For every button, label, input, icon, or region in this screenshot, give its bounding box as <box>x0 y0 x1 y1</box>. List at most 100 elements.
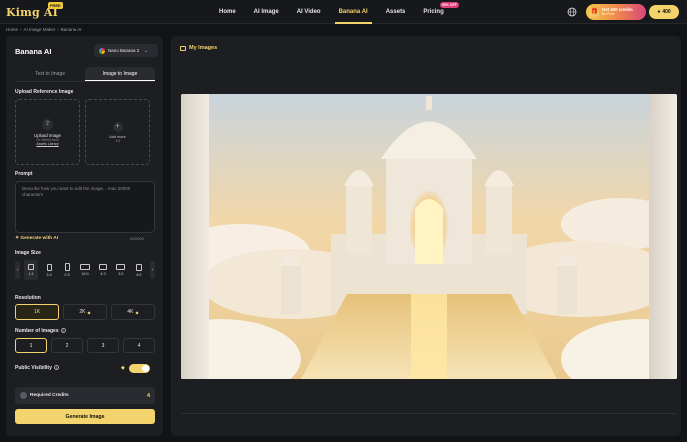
model-select[interactable]: Nano Banana 2 ⌄ <box>94 44 158 57</box>
my-images-header: My Images <box>180 45 217 51</box>
main-nav: Home AI Image AI Video Banana AI Assets … <box>210 0 459 24</box>
generate-image-button[interactable]: Generate Image <box>15 409 155 424</box>
free-badge: FREE <box>48 2 63 9</box>
tab-image-to-image[interactable]: Image to Image <box>85 67 155 81</box>
gift-icon: 🎁 <box>590 7 599 17</box>
num-images-1[interactable]: 1 <box>15 338 47 353</box>
size-label: 3:4 <box>46 272 52 277</box>
sparkle-icon: ✦ <box>15 236 20 241</box>
generate-with-ai-label: Generate with AI <box>20 236 59 241</box>
tab-text-to-image[interactable]: Text to Image <box>15 67 85 81</box>
nav-ai-image[interactable]: AI Image <box>245 0 288 24</box>
chevron-left-icon[interactable]: ‹ <box>15 261 21 279</box>
gallery-panel: My Images <box>171 36 681 436</box>
ratio-shape <box>116 264 126 270</box>
nav-home[interactable]: Home <box>210 0 245 24</box>
panel-title: Banana AI <box>15 47 52 56</box>
premium-gem-icon: ◆ <box>135 309 139 315</box>
free-credits-promo-button[interactable]: 🎁 Get 400 credits for Free <box>586 4 646 20</box>
nav-pricing[interactable]: Pricing 50% OFF <box>414 0 459 24</box>
credits-balance[interactable]: ● 400 <box>649 5 679 19</box>
size-label: 16:9 <box>81 272 89 276</box>
nav-ai-video[interactable]: AI Video <box>288 0 330 24</box>
premium-gem-icon: ◆ <box>87 309 91 315</box>
upload-image-dropzone[interactable]: ⇪ Upload Image Or Select from Assets Lib… <box>15 99 80 165</box>
toggle-knob <box>142 365 149 372</box>
size-option-3-2[interactable]: 3:2 <box>114 260 128 280</box>
size-label: 4:5 <box>136 272 142 277</box>
char-count: 0/20000 <box>130 237 144 241</box>
required-credits: Required Credits 4 <box>15 387 155 404</box>
breadcrumb: Home › AI Image Maker › Banana AI <box>6 27 82 32</box>
size-option-1-1[interactable]: 1:1 <box>24 260 39 280</box>
breadcrumb-separator: › <box>57 27 59 32</box>
breadcrumb-ai-image-maker[interactable]: AI Image Maker <box>24 27 56 32</box>
premium-gem-icon: ◆ <box>121 365 125 371</box>
image-size-options: ‹ 1:1 3:4 2:3 16:9 4:3 3:2 4:5 › <box>15 260 155 280</box>
size-label: 4:3 <box>100 272 106 276</box>
public-visibility-toggle[interactable] <box>129 364 150 373</box>
breadcrumb-current: Banana AI <box>60 27 82 32</box>
size-option-4-3[interactable]: 4:3 <box>96 260 110 280</box>
size-label: 2:3 <box>64 273 70 277</box>
nav-banana-ai[interactable]: Banana AI <box>330 0 377 24</box>
mode-tabs: Text to Image Image to Image <box>15 67 155 82</box>
ratio-shape <box>46 263 52 271</box>
ratio-shape <box>79 264 90 270</box>
chevron-down-icon: ⌄ <box>144 47 149 53</box>
size-option-2-3[interactable]: 2:3 <box>60 260 74 280</box>
plus-icon: + <box>112 121 123 132</box>
resolution-2k-button[interactable]: 2K ◆ <box>63 304 107 320</box>
upload-section-label: Upload Reference Image <box>15 89 74 95</box>
nav-assets[interactable]: Assets <box>377 0 415 24</box>
number-of-images-label: Number of Images i <box>15 328 66 334</box>
public-visibility-text: Public Visibility <box>15 365 52 371</box>
promo-line-2: for Free <box>602 12 615 16</box>
image-size-label: Image Size <box>15 250 41 256</box>
my-images-title: My Images <box>189 45 218 51</box>
required-credits-value: 4 <box>146 392 150 399</box>
num-images-4[interactable]: 4 <box>123 338 155 353</box>
chevron-right-icon[interactable]: › <box>149 261 155 279</box>
resolution-label: Resolution <box>15 295 41 301</box>
ratio-shape <box>28 264 35 270</box>
image-icon <box>180 45 186 51</box>
assets-library-link[interactable]: Assets Library <box>36 142 58 146</box>
info-icon[interactable]: i <box>60 328 66 334</box>
generated-image-preview[interactable] <box>181 94 677 379</box>
upload-icon: ⇪ <box>42 118 53 130</box>
resolution-2k-label: 2K <box>79 309 86 315</box>
ratio-shape <box>98 264 107 270</box>
prompt-label: Prompt <box>15 171 33 177</box>
size-option-4-5[interactable]: 4:5 <box>132 260 146 280</box>
num-images-2[interactable]: 2 <box>51 338 83 353</box>
size-label: 3:2 <box>118 272 124 276</box>
add-more-count: 1/3 <box>115 138 120 143</box>
number-of-images-text: Number of Images <box>15 328 59 334</box>
temple-in-clouds-image <box>181 94 677 379</box>
size-option-16-9[interactable]: 16:9 <box>78 260 92 280</box>
credits-value: 400 <box>662 9 671 15</box>
globe-icon[interactable] <box>567 7 577 17</box>
public-visibility-label: Public Visibility i <box>15 365 59 371</box>
discount-badge: 50% OFF <box>439 2 459 8</box>
model-select-value: Nano Banana 2 <box>108 48 140 53</box>
generate-with-ai-button[interactable]: ✦ Generate with AI <box>15 236 58 241</box>
top-nav-bar: Kimg AI FREE Home AI Image AI Video Bana… <box>0 0 687 24</box>
generator-panel: Banana AI Nano Banana 2 ⌄ Text to Image … <box>6 36 163 436</box>
num-images-3[interactable]: 3 <box>87 338 119 353</box>
resolution-options: 1K 2K ◆ 4K ◆ <box>15 304 155 320</box>
prompt-input[interactable]: Describe how you want to edit the image.… <box>15 181 155 233</box>
breadcrumb-home[interactable]: Home <box>6 27 18 32</box>
resolution-1k-button[interactable]: 1K <box>15 304 59 320</box>
ratio-shape <box>64 263 70 271</box>
size-option-3-4[interactable]: 3:4 <box>42 260 56 280</box>
breadcrumb-separator: › <box>20 27 22 32</box>
ratio-shape <box>135 263 142 271</box>
gallery-divider <box>181 413 677 414</box>
info-icon[interactable]: i <box>53 365 59 371</box>
add-more-images-button[interactable]: + Add more 1/3 <box>85 99 150 165</box>
required-credits-label: Required Credits <box>30 393 69 398</box>
resolution-4k-button[interactable]: 4K ◆ <box>111 304 155 320</box>
nav-pricing-label: Pricing <box>423 9 444 15</box>
